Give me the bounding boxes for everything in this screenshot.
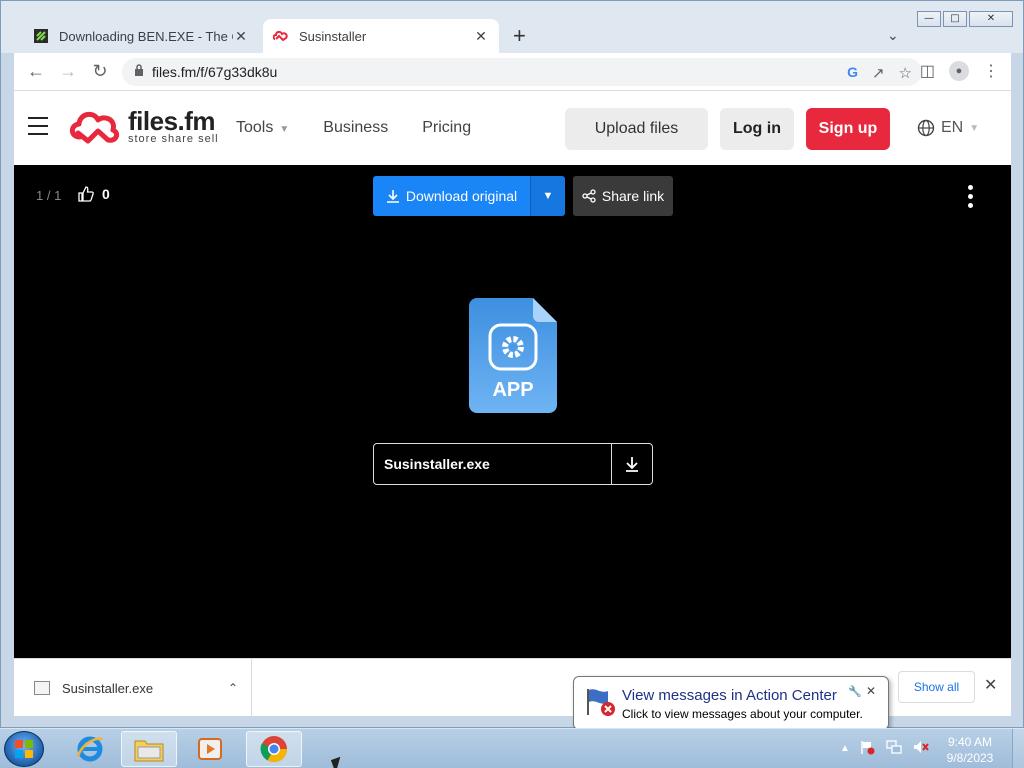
tab-search-chevron-icon[interactable]: ⌄ <box>887 27 899 44</box>
maximize-button[interactable]: □ <box>943 11 967 27</box>
download-item-name: Susinstaller.exe <box>62 680 154 696</box>
close-shelf-icon[interactable]: ✕ <box>984 675 997 695</box>
media-player-taskbar[interactable] <box>182 731 238 767</box>
volume-muted-icon[interactable] <box>912 739 930 758</box>
language-label: EN <box>941 119 964 136</box>
start-button[interactable] <box>4 731 44 767</box>
download-item[interactable]: Susinstaller.exe ⌃ <box>14 659 252 717</box>
globe-icon <box>917 119 935 137</box>
download-icon <box>386 190 399 203</box>
forward-arrow-icon[interactable]: → <box>52 61 84 82</box>
chevron-up-icon[interactable]: ⌃ <box>215 681 251 695</box>
side-panel-icon[interactable]: ◫ <box>920 61 935 81</box>
cloud-logo-icon <box>69 111 120 144</box>
google-lens-icon[interactable]: G <box>847 64 858 82</box>
chrome-taskbar[interactable] <box>246 731 302 767</box>
archive-favicon-icon <box>33 28 49 44</box>
profile-avatar-icon[interactable]: ● <box>949 61 969 81</box>
nav-tools[interactable]: Tools ▼ <box>236 119 289 137</box>
app-file-icon: APP <box>469 298 557 413</box>
filesfm-logo[interactable]: files.fm store share sell <box>68 106 219 145</box>
tab-susinstaller[interactable]: Susinstaller ✕ <box>263 19 499 53</box>
nav-pricing[interactable]: Pricing <box>422 119 471 137</box>
browser-window: — □ ✕ Downloading BEN.EXE - The Coll ✕ S… <box>0 0 1024 728</box>
tab-strip: — □ ✕ Downloading BEN.EXE - The Coll ✕ S… <box>1 1 1023 53</box>
notification-text: Click to view messages about your comput… <box>622 707 863 721</box>
close-notification-icon[interactable]: ✕ <box>866 684 876 698</box>
signup-button[interactable]: Sign up <box>806 108 890 150</box>
toolbar-right: ◫ ● ⋮ <box>920 61 999 81</box>
like-count: 0 <box>102 186 110 202</box>
share-page-icon[interactable]: ↗ <box>872 64 885 82</box>
logo-tagline: store share sell <box>128 133 219 145</box>
system-tray: ▲ <box>840 739 930 758</box>
bookmark-star-icon[interactable]: ☆ <box>899 64 912 82</box>
tab-title: Downloading BEN.EXE - The Coll <box>59 28 233 44</box>
url-text: files.fm/f/67g33dk8u <box>152 64 278 80</box>
folder-icon <box>134 740 164 762</box>
notification-title: View messages in Action Center <box>622 687 837 704</box>
clock-time: 9:40 AM <box>947 735 993 749</box>
taskbar: ▲ 9:40 AM 9/8/2023 <box>0 728 1024 768</box>
download-options-dropdown[interactable]: ▼ <box>530 176 565 216</box>
show-desktop-button[interactable] <box>1012 729 1024 768</box>
show-all-button[interactable]: Show all <box>898 671 975 703</box>
filesfm-favicon-icon <box>273 28 289 44</box>
file-name: Susinstaller.exe <box>384 456 490 472</box>
download-button-group: Download original ▼ <box>373 176 565 216</box>
lock-icon <box>134 63 144 81</box>
share-link-button[interactable]: Share link <box>573 176 673 216</box>
tab-downloading-ben[interactable]: Downloading BEN.EXE - The Coll ✕ <box>23 19 259 53</box>
window-controls: — □ ✕ <box>917 11 1013 27</box>
nav-business[interactable]: Business <box>323 119 388 137</box>
file-name-bar: Susinstaller.exe <box>373 443 653 485</box>
file-download-button[interactable] <box>611 444 652 484</box>
hamburger-menu-icon[interactable] <box>28 117 48 135</box>
internet-explorer-taskbar[interactable] <box>62 731 118 767</box>
more-options-icon[interactable] <box>966 185 974 208</box>
caret-down-icon: ▼ <box>969 122 980 134</box>
clock-date: 9/8/2023 <box>946 751 994 765</box>
close-tab-icon[interactable]: ✕ <box>233 28 249 45</box>
browser-menu-icon[interactable]: ⋮ <box>983 61 999 81</box>
action-center-flag-icon <box>587 689 615 716</box>
like-button[interactable]: 0 <box>78 186 110 202</box>
file-type-label: APP <box>492 379 533 401</box>
logo-name: files.fm <box>128 106 216 136</box>
login-button[interactable]: Log in <box>720 108 794 150</box>
minimize-button[interactable]: — <box>917 11 941 27</box>
system-clock[interactable]: 9:40 AM 9/8/2023 <box>940 734 1000 766</box>
tab-title: Susinstaller <box>299 28 367 44</box>
reload-icon[interactable]: ↻ <box>84 61 116 82</box>
file-explorer-taskbar[interactable] <box>121 731 177 767</box>
close-window-button[interactable]: ✕ <box>969 11 1013 27</box>
action-center-notification[interactable]: View messages in Action Center Click to … <box>573 676 889 740</box>
address-bar[interactable]: files.fm/f/67g33dk8u G ↗ ☆ <box>122 58 922 86</box>
options-wrench-icon[interactable]: 🔧 <box>848 685 862 698</box>
media-player-icon <box>198 738 222 760</box>
thumbs-up-icon <box>78 186 94 202</box>
share-icon <box>582 189 596 203</box>
site-header: files.fm store share sell Tools ▼ Busines… <box>14 91 1011 165</box>
download-icon <box>626 457 638 472</box>
omnibox-actions: G ↗ ☆ <box>847 64 912 82</box>
language-selector[interactable]: EN ▼ <box>917 119 979 137</box>
new-tab-button[interactable]: + <box>513 25 526 47</box>
windows-logo-icon <box>15 740 33 758</box>
exe-file-icon <box>34 681 50 695</box>
close-tab-icon[interactable]: ✕ <box>473 28 489 45</box>
internet-explorer-icon <box>76 736 103 762</box>
file-viewer: 1 / 1 0 Download original ▼ Share link A… <box>14 165 1011 658</box>
network-icon[interactable] <box>886 739 902 758</box>
action-center-tray-icon[interactable] <box>860 739 876 758</box>
back-arrow-icon[interactable]: ← <box>20 61 52 82</box>
upload-files-button[interactable]: Upload files <box>565 108 708 150</box>
caret-down-icon: ▼ <box>279 124 290 135</box>
chrome-icon <box>260 736 288 763</box>
browser-toolbar: ← → ↻ files.fm/f/67g33dk8u G ↗ ☆ ◫ ● ⋮ <box>14 53 1011 91</box>
file-counter: 1 / 1 <box>36 188 62 203</box>
show-hidden-icons-icon[interactable]: ▲ <box>840 743 850 754</box>
main-nav: Tools ▼ Business Pricing <box>236 119 471 137</box>
download-original-button[interactable]: Download original <box>373 176 530 216</box>
